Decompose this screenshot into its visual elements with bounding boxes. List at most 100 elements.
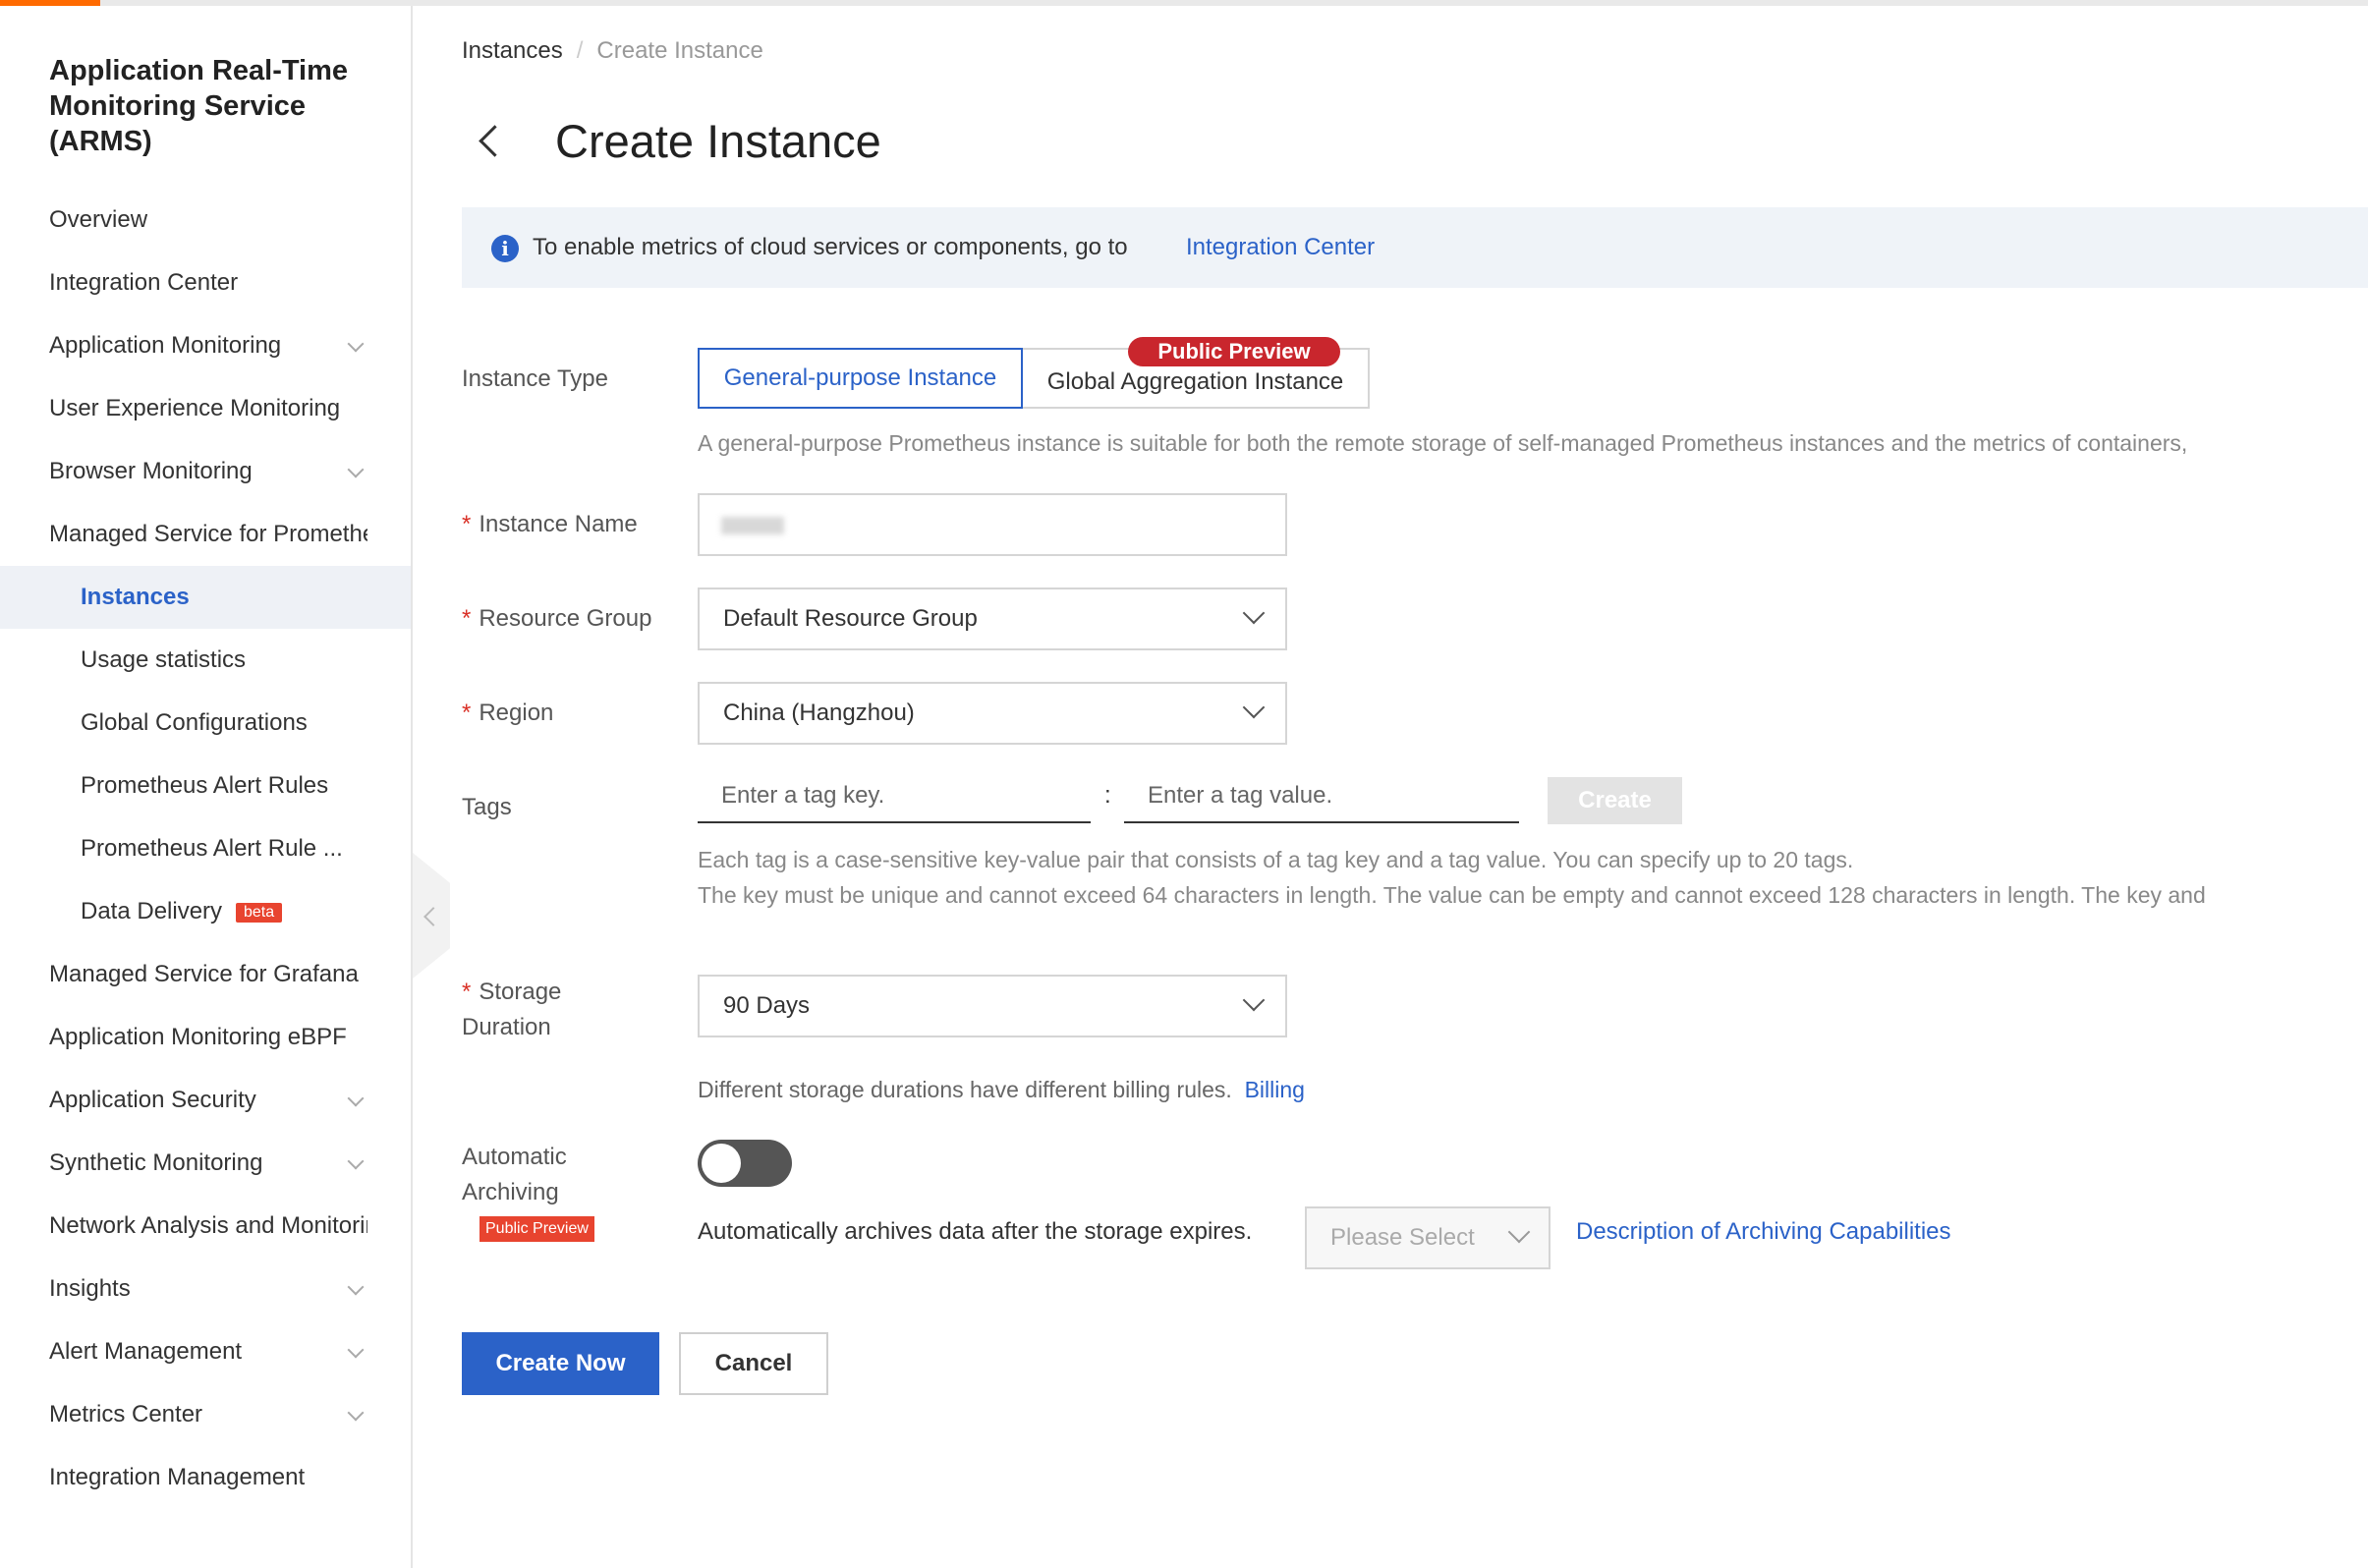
sidebar-item-global-configurations[interactable]: Global Configurations <box>0 692 411 755</box>
resource-group-select[interactable]: Default Resource Group <box>698 588 1287 650</box>
sidebar-item-label: Managed Service for Prometheus <box>49 521 367 547</box>
storage-duration-label: * Storage Duration <box>462 975 561 1045</box>
sidebar-item-usage-statistics[interactable]: Usage statistics <box>0 629 411 692</box>
archiving-capabilities-link[interactable]: Description of Archiving Capabilities <box>1576 1218 1951 1246</box>
sidebar-item-label: Synthetic Monitoring <box>49 1149 263 1176</box>
sidebar-item-prometheus-alert-rule-templates[interactable]: Prometheus Alert Rule ... <box>0 817 411 880</box>
breadcrumb: Instances / Create Instance <box>462 37 763 65</box>
instance-name-input[interactable] <box>698 493 1287 556</box>
sidebar-item-label: Managed Service for Grafana <box>49 961 359 987</box>
sidebar-item-metrics-center[interactable]: Metrics Center <box>0 1383 411 1446</box>
tag-value-input[interactable] <box>1124 770 1519 823</box>
sidebar-item-label: Alert Management <box>49 1338 243 1365</box>
sidebar-item-label: Metrics Center <box>49 1401 203 1428</box>
storage-duration-select[interactable]: 90 Days <box>698 975 1287 1037</box>
sidebar-title: Application Real-Time Monitoring Service… <box>49 55 349 157</box>
region-label: * Region <box>462 696 553 731</box>
sidebar-item-integration-center[interactable]: Integration Center <box>0 252 411 314</box>
sidebar-item-label: Prometheus Alert Rules <box>81 772 329 799</box>
storage-duration-label-line1: Storage <box>479 979 562 1005</box>
breadcrumb-separator: / <box>576 37 584 64</box>
back-button[interactable] <box>470 120 511 163</box>
sidebar-item-application-monitoring[interactable]: Application Monitoring <box>0 314 411 377</box>
sidebar-item-prometheus-alert-rules[interactable]: Prometheus Alert Rules <box>0 755 411 817</box>
page-title: Create Instance <box>555 115 881 167</box>
required-mark: * <box>462 605 472 632</box>
chevron-down-icon <box>1507 1220 1531 1244</box>
chevron-down-icon <box>1242 696 1266 719</box>
storage-duration-help-text: Different storage durations have differe… <box>698 1077 1232 1102</box>
redacted-value <box>721 517 784 534</box>
billing-link[interactable]: Billing <box>1245 1077 1305 1102</box>
instance-name-label: * Instance Name <box>462 507 638 542</box>
info-icon: i <box>491 235 519 262</box>
sidebar-item-label: Overview <box>49 206 148 233</box>
automatic-archiving-label: Automatic Archiving <box>462 1140 567 1210</box>
info-banner: i To enable metrics of cloud services or… <box>462 207 2368 288</box>
sidebar-item-user-experience-monitoring[interactable]: User Experience Monitoring <box>0 377 411 440</box>
storage-duration-value: 90 Days <box>723 992 811 1019</box>
instance-type-label: Instance Type <box>462 365 608 392</box>
sidebar-item-label: Prometheus Alert Rule ... <box>81 835 343 862</box>
region-label-text: Region <box>479 700 554 726</box>
breadcrumb-current: Create Instance <box>596 37 763 64</box>
archiving-preview-badge: Public Preview <box>479 1216 594 1242</box>
public-preview-badge: Public Preview <box>1128 337 1340 366</box>
general-purpose-instance-option[interactable]: General-purpose Instance <box>698 348 1023 409</box>
required-mark: * <box>462 979 472 1005</box>
resource-group-label-text: Resource Group <box>479 605 652 632</box>
archiving-description: Automatically archives data after the st… <box>698 1218 1253 1245</box>
sidebar-item-network-analysis[interactable]: Network Analysis and Monitoring <box>0 1195 411 1258</box>
sidebar-item-instances[interactable]: Instances <box>0 566 411 629</box>
storage-duration-label-line2: Duration <box>462 1014 551 1040</box>
instance-name-label-text: Instance Name <box>479 511 638 537</box>
tag-colon: : <box>1104 782 1111 809</box>
cancel-button[interactable]: Cancel <box>679 1332 828 1395</box>
sidebar-item-label: Integration Center <box>49 269 239 296</box>
sidebar-item-label: Insights <box>49 1275 131 1302</box>
chevron-left-icon <box>423 907 443 926</box>
sidebar-item-managed-grafana[interactable]: Managed Service for Grafana <box>0 943 411 1006</box>
archiving-label-line1: Automatic <box>462 1144 567 1170</box>
sidebar-item-data-delivery[interactable]: Data Delivery beta <box>0 880 411 943</box>
archiving-select[interactable]: Please Select <box>1305 1206 1550 1269</box>
chevron-down-icon <box>1242 601 1266 625</box>
chevron-down-icon <box>1242 988 1266 1012</box>
sidebar-item-alert-management[interactable]: Alert Management <box>0 1320 411 1383</box>
required-mark: * <box>462 700 472 726</box>
tag-key-input[interactable] <box>698 770 1091 823</box>
sidebar-item-synthetic-monitoring[interactable]: Synthetic Monitoring <box>0 1132 411 1195</box>
integration-center-link[interactable]: Integration Center <box>1186 234 1375 261</box>
required-mark: * <box>462 511 472 537</box>
storage-duration-help: Different storage durations have differe… <box>698 1077 1305 1103</box>
sidebar-item-label: Application Monitoring eBPF <box>49 1024 347 1050</box>
sidebar-collapse-handle[interactable] <box>413 853 450 979</box>
sidebar-item-browser-monitoring[interactable]: Browser Monitoring <box>0 440 411 503</box>
region-select[interactable]: China (Hangzhou) <box>698 682 1287 745</box>
sidebar-item-label: Application Security <box>49 1087 256 1113</box>
sidebar-item-application-security[interactable]: Application Security <box>0 1069 411 1132</box>
sidebar-item-integration-management[interactable]: Integration Management <box>0 1446 411 1509</box>
sidebar-item-overview[interactable]: Overview <box>0 189 411 252</box>
info-text: To enable metrics of cloud services or c… <box>533 234 1128 260</box>
sidebar-item-label: Usage statistics <box>81 646 247 673</box>
tags-help-line1: Each tag is a case-sensitive key-value p… <box>698 847 1854 872</box>
sidebar-item-application-monitoring-ebpf[interactable]: Application Monitoring eBPF <box>0 1006 411 1069</box>
beta-badge: beta <box>236 903 283 923</box>
resource-group-value: Default Resource Group <box>723 605 978 632</box>
sidebar-item-label: Data Delivery <box>81 898 223 924</box>
sidebar-item-label: Global Configurations <box>81 709 308 736</box>
tags-label: Tags <box>462 794 512 820</box>
sidebar-item-managed-prometheus[interactable]: Managed Service for Prometheus <box>0 503 411 566</box>
sidebar-item-label: User Experience Monitoring <box>49 395 341 421</box>
create-now-button[interactable]: Create Now <box>462 1332 659 1395</box>
tags-help-line2: The key must be unique and cannot exceed… <box>698 882 2206 908</box>
create-tag-button[interactable]: Create <box>1548 777 1682 824</box>
region-value: China (Hangzhou) <box>723 700 915 726</box>
archiving-select-placeholder: Please Select <box>1330 1224 1475 1251</box>
breadcrumb-instances[interactable]: Instances <box>462 37 563 64</box>
sidebar-item-label: Instances <box>81 584 190 610</box>
sidebar-item-label: Application Monitoring <box>49 332 282 359</box>
sidebar-item-insights[interactable]: Insights <box>0 1258 411 1320</box>
automatic-archiving-toggle[interactable] <box>698 1140 792 1187</box>
